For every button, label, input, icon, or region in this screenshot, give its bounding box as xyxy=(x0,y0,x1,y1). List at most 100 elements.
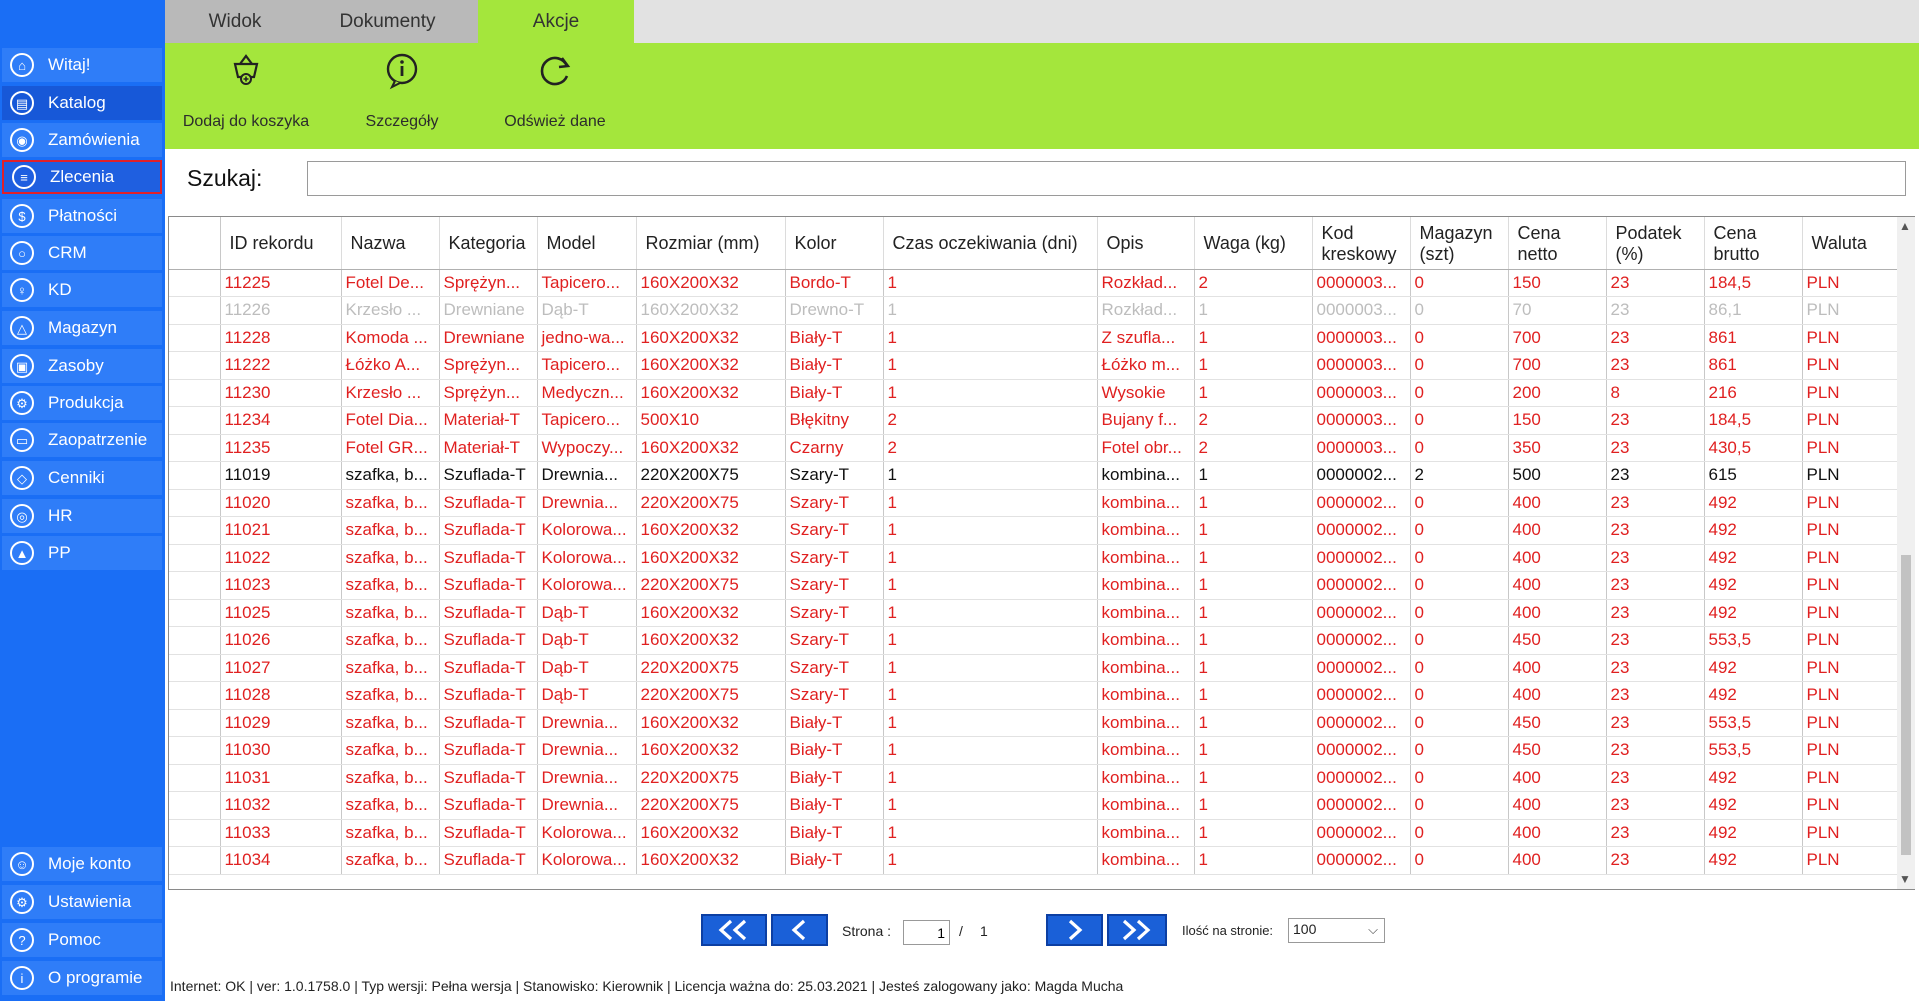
table-cell: Tapicero... xyxy=(537,269,637,297)
search-input[interactable] xyxy=(307,161,1906,196)
sidebar-item-ustawienia[interactable]: ⚙ Ustawienia xyxy=(2,885,162,919)
double-chevron-left-icon xyxy=(718,919,747,941)
table-row[interactable]: 11019 szafka, b... Szuflada-T Drewnia... 220… xyxy=(169,461,1898,490)
tab-bar: Widok Dokumenty Akcje xyxy=(165,0,1919,43)
column-header[interactable]: Model xyxy=(537,217,637,270)
table-cell: 11028 xyxy=(220,681,342,710)
table-row[interactable]: 11235 Fotel GR... Materiał-T Wypoczy... 160X… xyxy=(169,434,1898,462)
sidebar-item-o-programie[interactable]: i O programie xyxy=(2,961,162,995)
sidebar-item-płatności[interactable]: $ Płatności xyxy=(2,199,162,233)
column-header[interactable]: Waluta xyxy=(1802,217,1898,270)
column-header[interactable]: Kod kreskowy xyxy=(1312,217,1411,270)
table-cell: 0 xyxy=(1410,379,1509,407)
table-cell: 0 xyxy=(1410,434,1509,462)
table-row[interactable]: 11027 szafka, b... Szuflada-T Dąb-T 220X200X… xyxy=(169,654,1898,682)
previous-page-button[interactable] xyxy=(771,914,828,946)
hr-icon: ◎ xyxy=(10,504,34,528)
column-header[interactable]: Cena netto xyxy=(1508,217,1607,270)
per-page-select[interactable]: 100 ⌵ xyxy=(1288,918,1385,943)
scroll-up-arrow-icon[interactable]: ▲ xyxy=(1899,219,1911,233)
table-row[interactable]: 11222 Łóżko A... Sprężyn... Tapicero... 160X… xyxy=(169,351,1898,380)
table-row[interactable]: 11022 szafka, b... Szuflada-T Kolorowa... 16… xyxy=(169,544,1898,572)
column-header[interactable]: Cena brutto xyxy=(1704,217,1803,270)
table-row[interactable]: 11225 Fotel De... Sprężyn... Tapicero... 160… xyxy=(169,269,1898,297)
scrollbar-thumb[interactable] xyxy=(1901,555,1911,855)
table-cell xyxy=(169,791,221,820)
sidebar-item-zlecenia[interactable]: ≡ Zlecenia xyxy=(2,160,162,194)
sidebar-item-cenniki[interactable]: ◇ Cenniki xyxy=(2,461,162,495)
sidebar-item-hr[interactable]: ◎ HR xyxy=(2,499,162,533)
table-cell: 1 xyxy=(1194,736,1313,765)
table-cell xyxy=(169,846,221,875)
table-cell: 1 xyxy=(1194,764,1313,792)
column-header[interactable]: Magazyn (szt) xyxy=(1410,217,1509,270)
table-row[interactable]: 11033 szafka, b... Szuflada-T Kolorowa... 16… xyxy=(169,819,1898,847)
table-row[interactable]: 11026 szafka, b... Szuflada-T Dąb-T 160X200X… xyxy=(169,626,1898,655)
sidebar-item-produkcja[interactable]: ⚙ Produkcja xyxy=(2,386,162,420)
table-row[interactable]: 11228 Komoda ... Drewniane jedno-wa... 160X2… xyxy=(169,324,1898,352)
table-row[interactable]: 11029 szafka, b... Szuflada-T Drewnia... 160… xyxy=(169,709,1898,737)
table-cell: 0 xyxy=(1410,296,1509,325)
table-row[interactable]: 11031 szafka, b... Szuflada-T Drewnia... 220… xyxy=(169,764,1898,792)
table-row[interactable]: 11226 Krzesło ... Drewniane Dąb-T 160X200X32… xyxy=(169,296,1898,325)
table-cell: 160X200X32 xyxy=(636,709,786,737)
sidebar-item-pomoc[interactable]: ? Pomoc xyxy=(2,923,162,957)
table-cell: 220X200X75 xyxy=(636,764,786,792)
table-row[interactable]: 11020 szafka, b... Szuflada-T Drewnia... 220… xyxy=(169,489,1898,517)
table-row[interactable]: 11032 szafka, b... Szuflada-T Drewnia... 220… xyxy=(169,791,1898,820)
table-cell: Szuflada-T xyxy=(439,846,538,875)
last-page-button[interactable] xyxy=(1107,914,1167,946)
table-row[interactable]: 11034 szafka, b... Szuflada-T Kolorowa... 16… xyxy=(169,846,1898,875)
add-to-basket-button[interactable]: Dodaj do koszyka xyxy=(173,43,319,149)
column-header[interactable]: Podatek (%) xyxy=(1606,217,1705,270)
next-page-button[interactable] xyxy=(1046,914,1103,946)
details-button[interactable]: Szczegóły xyxy=(347,43,457,149)
column-header[interactable]: Czas oczekiwania (dni) xyxy=(883,217,1098,270)
tab-dokumenty[interactable]: Dokumenty xyxy=(305,0,470,43)
table-cell: 400 xyxy=(1508,489,1607,517)
table-cell: PLN xyxy=(1802,571,1898,600)
book-icon: ▤ xyxy=(10,91,34,115)
table-cell: szafka, b... xyxy=(341,626,440,655)
table-row[interactable]: 11021 szafka, b... Szuflada-T Kolorowa... 16… xyxy=(169,516,1898,545)
help-icon: ? xyxy=(10,928,34,952)
scroll-down-arrow-icon[interactable]: ▼ xyxy=(1899,872,1911,886)
column-header[interactable] xyxy=(169,217,221,270)
sidebar-item-katalog[interactable]: ▤ Katalog xyxy=(2,86,162,120)
tab-widok[interactable]: Widok xyxy=(165,0,305,43)
double-chevron-right-icon xyxy=(1122,919,1151,941)
table-cell: 23 xyxy=(1606,406,1705,435)
table-row[interactable]: 11030 szafka, b... Szuflada-T Drewnia... 160… xyxy=(169,736,1898,765)
column-header[interactable]: Kategoria xyxy=(439,217,538,270)
column-header[interactable]: Rozmiar (mm) xyxy=(636,217,786,270)
sidebar-item-crm[interactable]: ○ CRM xyxy=(2,236,162,270)
tab-akcje[interactable]: Akcje xyxy=(478,0,634,43)
table-row[interactable]: 11234 Fotel Dia... Materiał-T Tapicero... 50… xyxy=(169,406,1898,435)
column-header[interactable]: Waga (kg) xyxy=(1194,217,1313,270)
sidebar-item-magazyn[interactable]: △ Magazyn xyxy=(2,311,162,345)
table-cell: 492 xyxy=(1704,791,1803,820)
table-row[interactable]: 11023 szafka, b... Szuflada-T Kolorowa... 22… xyxy=(169,571,1898,600)
sidebar-item-zamówienia[interactable]: ◉ Zamówienia xyxy=(2,123,162,157)
column-header[interactable]: Nazwa xyxy=(341,217,440,270)
page-number-input[interactable] xyxy=(903,920,950,945)
column-header[interactable]: Opis xyxy=(1097,217,1195,270)
column-header[interactable]: Kolor xyxy=(785,217,884,270)
sidebar-item-witaj[interactable]: ⌂ Witaj! xyxy=(2,48,162,82)
table-cell: 2 xyxy=(1410,461,1509,490)
sidebar-item-kd[interactable]: ♀ KD xyxy=(2,273,162,307)
sidebar-item-moje-konto[interactable]: ☺ Moje konto xyxy=(2,847,162,881)
table-cell: 0000002... xyxy=(1312,764,1411,792)
table-cell xyxy=(169,736,221,765)
refresh-button[interactable]: Odśwież dane xyxy=(495,43,615,149)
first-page-button[interactable] xyxy=(701,914,767,946)
table-cell: PLN xyxy=(1802,351,1898,380)
column-header[interactable]: ID rekordu xyxy=(220,217,342,270)
sidebar-item-pp[interactable]: ▲ PP xyxy=(2,536,162,570)
sidebar-item-zaopatrzenie[interactable]: ▭ Zaopatrzenie xyxy=(2,423,162,457)
sidebar-item-zasoby[interactable]: ▣ Zasoby xyxy=(2,349,162,383)
table-row[interactable]: 11028 szafka, b... Szuflada-T Dąb-T 220X200X… xyxy=(169,681,1898,710)
table-row[interactable]: 11025 szafka, b... Szuflada-T Dąb-T 160X200X… xyxy=(169,599,1898,627)
table-row[interactable]: 11230 Krzesło ... Sprężyn... Medyczn... 160X… xyxy=(169,379,1898,407)
table-cell: Dąb-T xyxy=(537,626,637,655)
